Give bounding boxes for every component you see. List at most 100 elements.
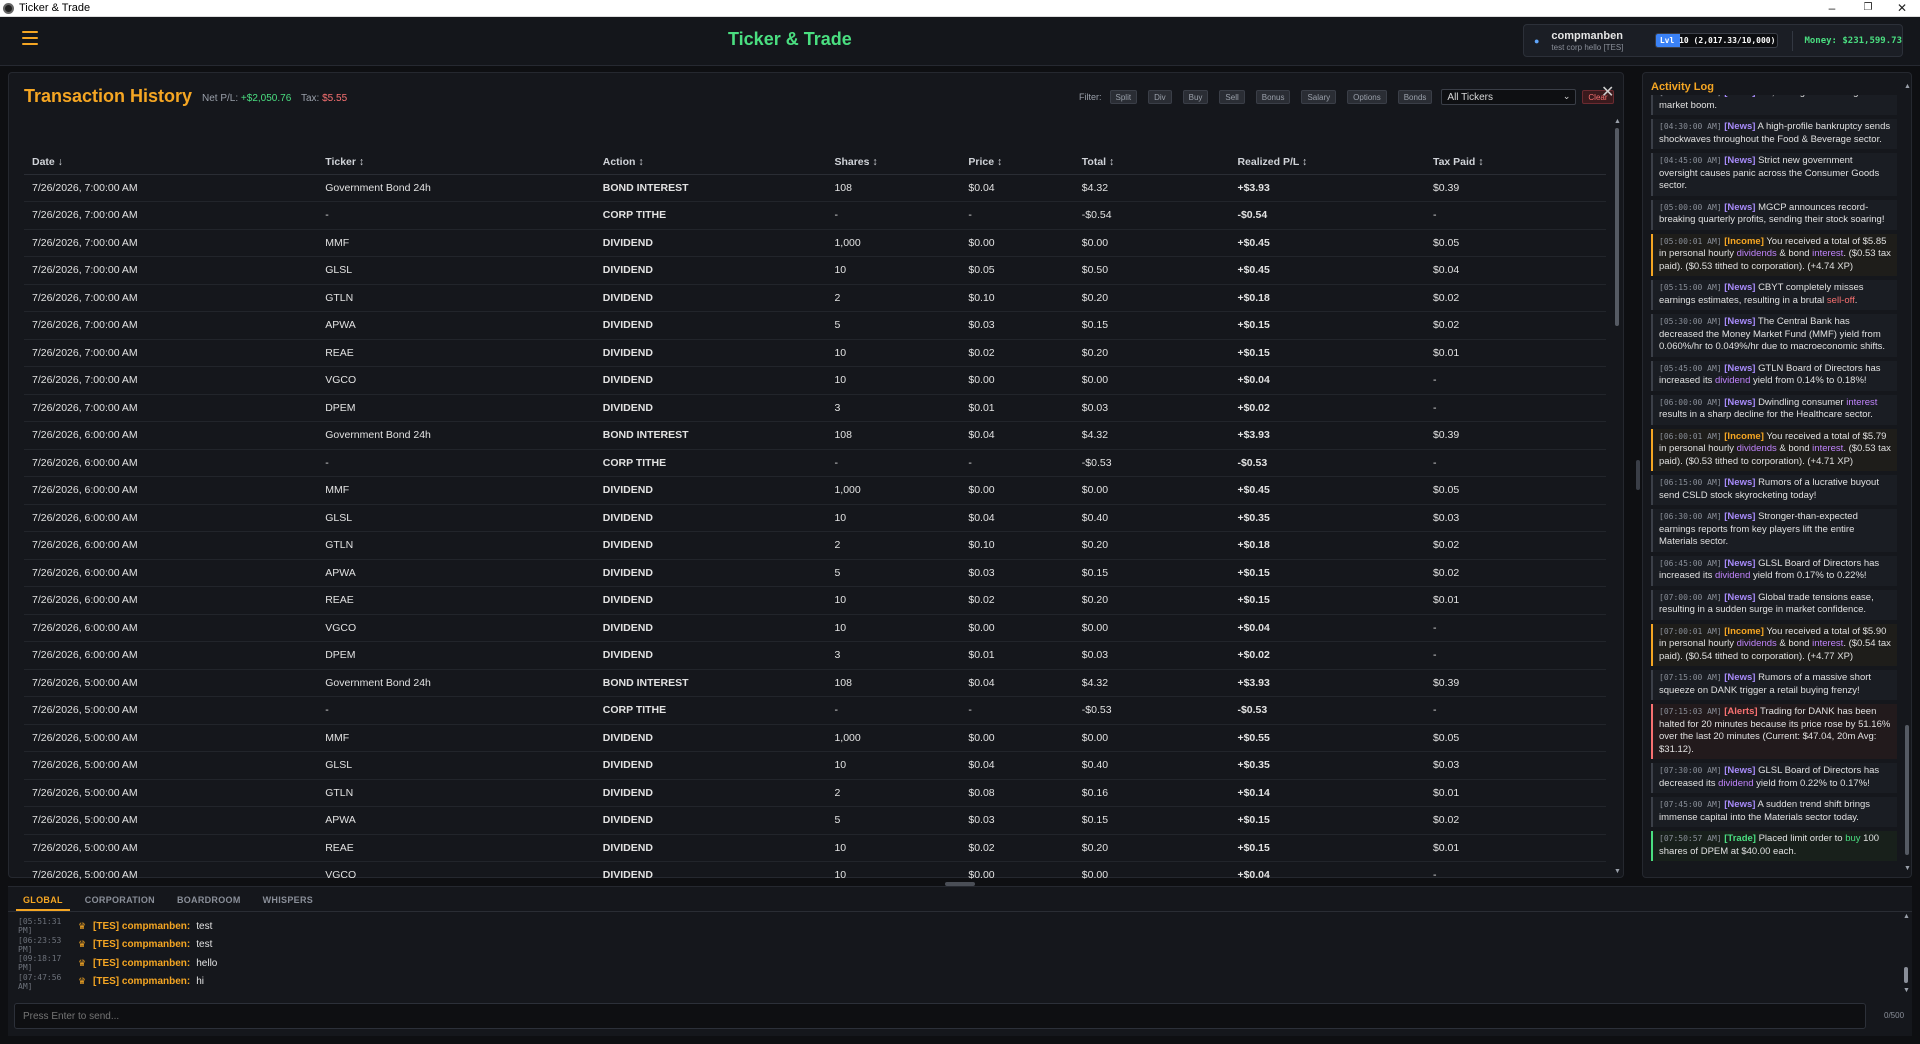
filter-bonus-button[interactable]: Bonus: [1255, 90, 1291, 104]
column-header-tax-paid[interactable]: Tax Paid ↕: [1424, 150, 1606, 175]
cell-date: 7/26/2026, 7:00:00 AM: [24, 174, 318, 202]
chat-scrollbar-thumb[interactable]: [1904, 967, 1908, 983]
cell-date: 7/26/2026, 6:00:00 AM: [24, 586, 318, 615]
column-header-total[interactable]: Total ↕: [1073, 150, 1230, 175]
scroll-up-icon[interactable]: ▲: [1904, 83, 1911, 90]
filter-split-button[interactable]: Split: [1109, 90, 1138, 104]
scroll-down-icon[interactable]: ▼: [1904, 865, 1911, 872]
cell-date: 7/26/2026, 5:00:00 AM: [24, 669, 318, 697]
ticker-select-value: All Tickers: [1447, 92, 1493, 103]
cell-tax-paid: -: [1424, 394, 1606, 422]
filter-sell-button[interactable]: Sell: [1219, 90, 1245, 104]
chat-messages: [05:51:31 PM] ♛ [TES] compmanben: test [06:2…: [18, 917, 217, 991]
cell-ticker: REAE: [317, 586, 595, 615]
chat-author[interactable]: [TES] compmanben:: [93, 958, 190, 969]
maximize-button[interactable]: ❐: [1850, 0, 1886, 17]
tab-boardroom[interactable]: BOARDROOM: [170, 891, 248, 911]
activity-scrollbar-thumb[interactable]: [1905, 725, 1909, 855]
filter-buy-button[interactable]: Buy: [1182, 90, 1209, 104]
log-tag: [News]: [1724, 121, 1756, 132]
chat-timestamp: [07:47:56 AM]: [18, 972, 62, 991]
table-row: 7/26/2026, 6:00:00 AM Government Bond 24h…: [24, 421, 1606, 450]
cell-date: 7/26/2026, 7:00:00 AM: [24, 339, 318, 367]
cell-price: $0.03: [960, 311, 1074, 340]
cell-ticker: REAE: [317, 339, 595, 367]
column-header-shares[interactable]: Shares ↕: [826, 150, 961, 175]
column-header-realized-pl[interactable]: Realized P/L ↕: [1229, 150, 1425, 175]
char-count: 0/500: [1884, 1011, 1905, 1020]
tax-value: $5.55: [322, 93, 348, 104]
cell-action: DIVIDEND: [594, 779, 827, 807]
column-header-ticker[interactable]: Ticker ↕: [317, 150, 595, 175]
column-header-action[interactable]: Action ↕: [594, 150, 827, 175]
table-scrollbar-thumb[interactable]: [1615, 128, 1619, 326]
activity-log-entry: [05:30:00 AM] [News] The Central Bank ha…: [1651, 314, 1897, 357]
cell-price: $0.10: [960, 284, 1074, 312]
column-header-price[interactable]: Price ↕: [960, 150, 1074, 175]
cell-ticker: -: [317, 696, 595, 725]
menu-icon[interactable]: [22, 31, 38, 45]
activity-log-entry: [07:50:57 AM] [Trade] Placed limit order…: [1651, 831, 1897, 861]
cell-price: $0.05: [960, 256, 1074, 285]
cell-action: DIVIDEND: [594, 806, 827, 835]
chat-scrollbar[interactable]: ▲ ▼: [1902, 913, 1910, 995]
cell-ticker: -: [317, 449, 595, 477]
cell-tax-paid: -: [1424, 641, 1606, 670]
tab-global[interactable]: GLOBAL: [16, 891, 70, 911]
cell-action: DIVIDEND: [594, 641, 827, 670]
log-timestamp: [06:30:00 AM]: [1659, 512, 1722, 521]
log-tag: [News]: [1724, 362, 1756, 374]
scroll-down-icon[interactable]: ▼: [1903, 987, 1910, 994]
close-panel-button[interactable]: ✕: [1601, 82, 1614, 102]
cell-shares: -: [826, 449, 961, 477]
filter-bonds-button[interactable]: Bonds: [1397, 90, 1433, 104]
table-scrollbar[interactable]: ▲ ▼: [1613, 118, 1621, 878]
activity-scrollbar[interactable]: ▲ ▼: [1903, 83, 1911, 875]
scroll-up-icon[interactable]: ▲: [1614, 118, 1621, 125]
table-header-row: Date ↓ Ticker ↕ Action ↕ Shares ↕ Price ↕ Tot…: [24, 150, 1606, 175]
window-close-button[interactable]: ✕: [1884, 0, 1920, 17]
chat-author[interactable]: [TES] compmanben:: [93, 921, 190, 932]
cell-realized-pl: +$0.15: [1229, 559, 1425, 587]
log-tag: [News]: [1724, 396, 1756, 408]
transaction-table: Date ↓ Ticker ↕ Action ↕ Shares ↕ Price ↕ Tot…: [24, 150, 1606, 890]
cell-date: 7/26/2026, 6:00:00 AM: [24, 449, 318, 477]
cell-realized-pl: +$0.15: [1229, 806, 1425, 835]
scroll-up-icon[interactable]: ▲: [1903, 913, 1910, 920]
log-tag: [News]: [1724, 201, 1756, 213]
cell-tax-paid: $0.01: [1424, 834, 1606, 862]
filter-options-button[interactable]: Options: [1347, 90, 1387, 104]
ticker-select[interactable]: All Tickers ⌄: [1441, 89, 1577, 105]
cell-tax-paid: $0.01: [1424, 586, 1606, 615]
cell-tax-paid: $0.02: [1424, 284, 1606, 312]
table-row: 7/26/2026, 7:00:00 AM Government Bond 24h…: [24, 174, 1606, 202]
filter-div-button[interactable]: Div: [1148, 90, 1172, 104]
scroll-down-icon[interactable]: ▼: [1614, 868, 1621, 875]
cell-action: BOND INTEREST: [594, 421, 827, 450]
tab-whispers[interactable]: WHISPERS: [256, 891, 320, 911]
column-header-date[interactable]: Date ↓: [24, 150, 318, 175]
window-titlebar: Ticker & Trade – ❐ ✕: [0, 0, 1920, 17]
cell-ticker: APWA: [317, 559, 595, 587]
activity-log-entry: [05:45:00 AM] [News] GTLN Board of Direc…: [1651, 360, 1897, 391]
cell-date: 7/26/2026, 6:00:00 AM: [24, 614, 318, 642]
chat-author[interactable]: [TES] compmanben:: [93, 976, 190, 987]
minimize-button[interactable]: –: [1814, 0, 1850, 17]
cell-shares: 1,000: [826, 229, 961, 257]
table-row: 7/26/2026, 5:00:00 AM Government Bond 24h…: [24, 669, 1606, 697]
log-timestamp: [07:45:00 AM]: [1659, 800, 1722, 809]
cell-tax-paid: $0.02: [1424, 559, 1606, 587]
filter-salary-button[interactable]: Salary: [1301, 90, 1337, 104]
chat-author[interactable]: [TES] compmanben:: [93, 939, 190, 950]
cell-ticker: DPEM: [317, 641, 595, 670]
chat-input[interactable]: [14, 1003, 1866, 1029]
cell-shares: 5: [826, 559, 961, 587]
table-row: 7/26/2026, 7:00:00 AM - CORP TITHE - - -$0.54…: [24, 201, 1606, 230]
tab-corporation[interactable]: CORPORATION: [78, 891, 162, 911]
cell-price: -: [960, 201, 1074, 230]
cell-total: $4.32: [1073, 174, 1230, 202]
net-pl-stat: Net P/L: +$2,050.76: [202, 93, 291, 104]
sidebar-resize-handle[interactable]: [1636, 460, 1640, 490]
cell-action: DIVIDEND: [594, 284, 827, 312]
cell-ticker: DPEM: [317, 394, 595, 422]
